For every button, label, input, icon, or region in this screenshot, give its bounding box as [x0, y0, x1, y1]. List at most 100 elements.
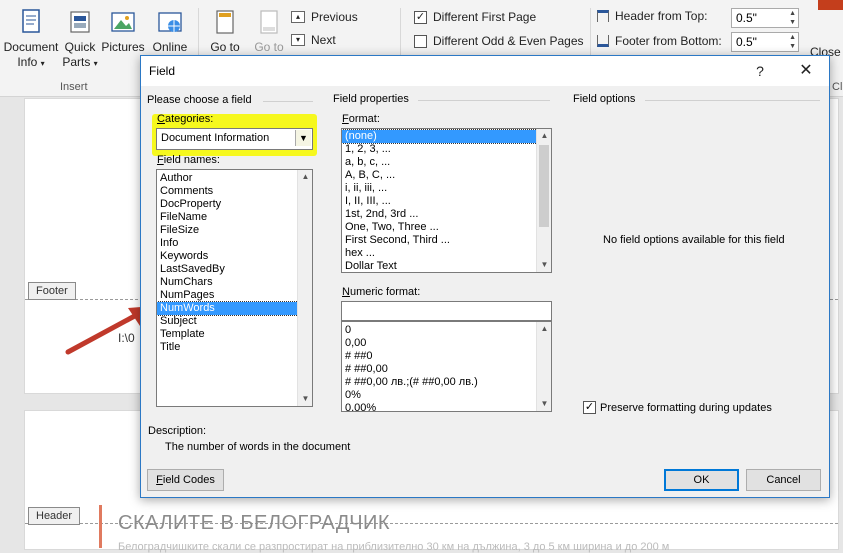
footer-tag: Footer [28, 282, 76, 300]
list-item[interactable]: # ##0,00 [342, 363, 551, 376]
previous-button[interactable]: ▴ Previous [291, 10, 358, 24]
numeric-format-scrollbar[interactable]: ▲ ▼ [536, 322, 551, 411]
list-item[interactable]: 0 [342, 324, 551, 337]
list-item[interactable]: Template [157, 328, 312, 341]
different-first-page-label: Different First Page [433, 10, 537, 24]
field-names-list[interactable]: Author Comments DocProperty FileName Fil… [156, 169, 313, 407]
footer-from-bottom-control: Footer from Bottom: [597, 34, 722, 48]
field-properties-section-title: Field properties [333, 93, 409, 105]
list-item[interactable]: a, b, c, ... [342, 156, 551, 169]
next-button[interactable]: ▾ Next [291, 33, 336, 47]
list-item[interactable]: NumChars [157, 276, 312, 289]
quick-parts-button[interactable]: Quick Parts ▾ [60, 8, 100, 71]
list-item-selected[interactable]: (none) [342, 129, 551, 144]
pictures-icon [108, 8, 138, 38]
format-scrollbar[interactable]: ▲ ▼ [536, 129, 551, 272]
format-list[interactable]: (none) 1, 2, 3, ... a, b, c, ... A, B, C… [341, 128, 552, 273]
categories-label: Categories: [157, 113, 214, 125]
help-button[interactable]: ? [745, 59, 775, 83]
list-item[interactable]: One, Two, Three ... [342, 221, 551, 234]
categories-select[interactable]: Document Information ▼ [156, 128, 313, 150]
document-body-text[interactable]: Белоградчишките скали се разпростират на… [118, 541, 818, 553]
list-item[interactable]: DocProperty [157, 198, 312, 211]
go-to-header-label: Go to [210, 40, 240, 54]
list-item[interactable]: First Second, Third ... [342, 234, 551, 247]
list-item[interactable]: 0,00% [342, 402, 551, 411]
footer-from-bottom-value: 0.5" [736, 35, 757, 49]
pictures-button[interactable]: Pictures [101, 8, 145, 55]
online-pictures-button[interactable]: Online [148, 8, 192, 55]
cancel-button[interactable]: Cancel [746, 469, 821, 491]
close-icon[interactable]: ✕ [791, 59, 821, 83]
ok-button[interactable]: OK [664, 469, 739, 491]
list-item[interactable]: hex ... [342, 247, 551, 260]
spinner-icon[interactable]: ▲ ▼ [789, 9, 796, 27]
scroll-up-icon[interactable]: ▲ [298, 170, 312, 184]
header-from-top-input[interactable]: 0.5" ▲ ▼ [731, 8, 799, 28]
quick-parts-label: Quick [64, 40, 96, 54]
previous-icon: ▴ [291, 11, 305, 23]
spinner-icon[interactable]: ▲ ▼ [789, 33, 796, 51]
close-header-footer-icon [818, 0, 843, 10]
chevron-down-icon[interactable]: ▼ [295, 130, 311, 146]
numeric-format-input[interactable] [341, 301, 552, 321]
document-title[interactable]: СКАЛИТЕ В БЕЛОГРАДЧИК [118, 512, 390, 535]
list-item[interactable]: LastSavedBy [157, 263, 312, 276]
dialog-titlebar: Field ? ✕ [141, 56, 829, 86]
field-codes-button[interactable]: Field Codes [147, 469, 224, 491]
online-pictures-icon [155, 8, 185, 38]
list-item[interactable]: A, B, C, ... [342, 169, 551, 182]
list-item[interactable]: Info [157, 237, 312, 250]
title-accent-bar [99, 505, 102, 548]
next-icon: ▾ [291, 34, 305, 46]
list-item[interactable]: i, ii, iii, ... [342, 182, 551, 195]
scroll-thumb[interactable] [539, 145, 549, 227]
list-item[interactable]: Subject [157, 315, 312, 328]
field-names-scrollbar[interactable]: ▲ ▼ [297, 170, 312, 406]
list-item[interactable]: NumPages [157, 289, 312, 302]
list-item[interactable]: 1, 2, 3, ... [342, 143, 551, 156]
list-item[interactable]: # ##0,00 лв.;(# ##0,00 лв.) [342, 376, 551, 389]
section-divider [418, 100, 550, 101]
list-item[interactable]: FileSize [157, 224, 312, 237]
list-item[interactable]: Title [157, 341, 312, 354]
scroll-down-icon[interactable]: ▼ [537, 258, 551, 272]
no-field-options-text: No field options available for this fiel… [603, 234, 785, 246]
chevron-down-icon: ▾ [40, 59, 45, 68]
go-to-header-button[interactable]: Go to [204, 8, 246, 55]
pictures-label: Pictures [101, 40, 145, 54]
different-first-page-checkbox[interactable]: ✓ Different First Page [414, 10, 536, 24]
preserve-formatting-checkbox[interactable]: ✓ Preserve formatting during updates [583, 401, 772, 414]
go-to-footer-button[interactable]: Go to [248, 8, 290, 55]
list-item[interactable]: I, II, III, ... [342, 195, 551, 208]
list-item[interactable]: FileName [157, 211, 312, 224]
description-text: The number of words in the document [165, 441, 351, 453]
preserve-formatting-label: Preserve formatting during updates [600, 401, 772, 414]
list-item[interactable]: 1st, 2nd, 3rd ... [342, 208, 551, 221]
list-item[interactable]: Dollar Text [342, 260, 551, 272]
footer-from-bottom-input[interactable]: 0.5" ▲ ▼ [731, 32, 799, 52]
document-info-label-2: Info [17, 55, 38, 69]
list-item-selected[interactable]: NumWords [157, 301, 312, 316]
list-item[interactable]: 0,00 [342, 337, 551, 350]
choose-field-section-title: Please choose a field [147, 94, 252, 106]
section-divider [645, 100, 820, 101]
description-label: Description: [148, 425, 207, 437]
footer-position-icon [597, 35, 609, 47]
header-tag: Header [28, 507, 81, 525]
different-odd-even-checkbox[interactable]: Different Odd & Even Pages [414, 34, 584, 48]
categories-selected-value: Document Information [161, 132, 270, 144]
scroll-up-icon[interactable]: ▲ [537, 322, 551, 336]
numeric-format-list[interactable]: 0 0,00 # ##0 # ##0,00 # ##0,00 лв.;(# ##… [341, 321, 552, 412]
scroll-down-icon[interactable]: ▼ [537, 397, 551, 411]
list-item[interactable]: Keywords [157, 250, 312, 263]
close-group-label: Cl [832, 81, 843, 93]
list-item[interactable]: 0% [342, 389, 551, 402]
scroll-up-icon[interactable]: ▲ [537, 129, 551, 143]
list-item[interactable]: Comments [157, 185, 312, 198]
document-info-button[interactable]: Document Info ▾ [2, 8, 60, 71]
scroll-down-icon[interactable]: ▼ [298, 392, 312, 406]
go-to-footer-label: Go to [254, 40, 284, 54]
list-item[interactable]: Author [157, 172, 312, 185]
list-item[interactable]: # ##0 [342, 350, 551, 363]
